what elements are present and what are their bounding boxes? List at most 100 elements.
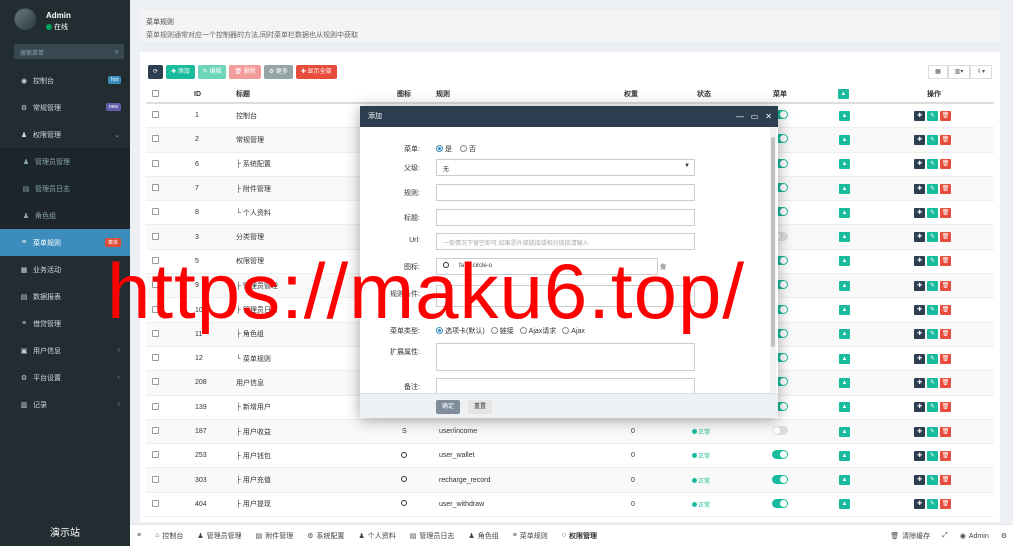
- user-menu[interactable]: ◉ Admin: [954, 525, 995, 546]
- sidebar-item-5[interactable]: ♟ 角色组: [0, 202, 130, 229]
- delete-icon[interactable]: 🗑: [940, 280, 951, 291]
- delete-icon[interactable]: 🗑: [940, 499, 951, 510]
- row-checkbox[interactable]: [152, 135, 159, 143]
- col-title[interactable]: 标题: [236, 89, 250, 99]
- table-row[interactable]: 253 ├ 用户钱包 user_wallet 0 正常 ▲ ✚ ✎ 🗑: [146, 444, 994, 469]
- row-checkbox[interactable]: [152, 499, 159, 507]
- sidebar-item-1[interactable]: ⚙ 常规管理 new: [0, 94, 130, 121]
- search-input[interactable]: 搜索菜单 ⌕: [14, 44, 124, 59]
- refresh-button[interactable]: ⟳: [148, 65, 164, 79]
- radio-icon[interactable]: [490, 327, 498, 334]
- delete-icon[interactable]: 🗑: [940, 134, 951, 145]
- move-icon[interactable]: ✚: [914, 159, 925, 170]
- avatar[interactable]: [14, 8, 36, 30]
- delete-icon[interactable]: 🗑: [940, 183, 951, 194]
- drag-icon[interactable]: ▲: [839, 475, 850, 486]
- menu-toggle[interactable]: [772, 450, 788, 460]
- row-checkbox[interactable]: [152, 329, 159, 337]
- drag-icon[interactable]: ▲: [839, 426, 850, 437]
- move-icon[interactable]: ✚: [914, 499, 925, 510]
- row-checkbox[interactable]: [152, 305, 159, 313]
- drag-icon[interactable]: ▲: [839, 110, 850, 121]
- delete-icon[interactable]: 🗑: [940, 110, 951, 121]
- col-id[interactable]: ID: [194, 91, 201, 98]
- edit-icon[interactable]: ✎: [927, 134, 938, 145]
- sidebar-item-12[interactable]: ▥ 记录 ‹: [0, 391, 130, 418]
- delete-icon[interactable]: 🗑: [940, 426, 951, 437]
- radio-icon[interactable]: [436, 327, 443, 334]
- drag-icon[interactable]: ▲: [839, 450, 850, 461]
- edit-icon[interactable]: ✎: [927, 499, 938, 510]
- clear-cache-button[interactable]: 🗑 清除缓存: [884, 525, 936, 546]
- url-input[interactable]: 一般情况下留空即可,如果是外部链接或相对链接请输入: [436, 233, 695, 250]
- footer-tab-0[interactable]: ⌂ 控制台: [148, 525, 190, 546]
- col-status[interactable]: 状态: [697, 89, 711, 99]
- drag-icon[interactable]: ▲: [839, 256, 850, 267]
- scrollbar-thumb[interactable]: [771, 137, 775, 347]
- row-checkbox[interactable]: [152, 184, 159, 192]
- edit-icon[interactable]: ✎: [927, 353, 938, 364]
- footer-tab-3[interactable]: ⚙ 系统配置: [300, 525, 351, 546]
- edit-button[interactable]: ✎ 编辑: [197, 65, 227, 79]
- add-button[interactable]: ✚ 添加: [166, 65, 195, 79]
- edit-icon[interactable]: ✎: [927, 377, 938, 388]
- dialog-scrollbar[interactable]: [770, 127, 776, 393]
- edit-icon[interactable]: ✎: [927, 475, 938, 486]
- radio-checked-icon[interactable]: [436, 145, 443, 152]
- row-checkbox[interactable]: [152, 427, 159, 434]
- extend-textarea[interactable]: [436, 343, 695, 371]
- edit-icon[interactable]: ✎: [927, 329, 938, 340]
- footer-tab-4[interactable]: ♟ 个人资料: [352, 525, 403, 546]
- search-icon[interactable]: ⌕: [115, 47, 119, 57]
- title-input[interactable]: [436, 209, 695, 226]
- ismenu-yes-option[interactable]: 是: [436, 145, 452, 153]
- reset-button[interactable]: 重置: [468, 400, 493, 414]
- move-icon[interactable]: ✚: [914, 377, 925, 388]
- icon-input[interactable]: fa fa-circle-o: [436, 258, 658, 275]
- sidebar-item-9[interactable]: ≡ 借贷管理: [0, 310, 130, 337]
- fullscreen-icon[interactable]: ⤢: [936, 525, 954, 546]
- delete-icon[interactable]: 🗑: [940, 353, 951, 364]
- delete-icon[interactable]: 🗑: [940, 329, 951, 340]
- row-checkbox[interactable]: [152, 232, 159, 240]
- delete-icon[interactable]: 🗑: [940, 159, 951, 170]
- row-checkbox[interactable]: [152, 159, 159, 167]
- footer-tab-7[interactable]: ≡ 菜单规则: [506, 525, 555, 546]
- settings-icon[interactable]: ⚙: [995, 525, 1013, 546]
- expand-all-button[interactable]: ✚ 显示全部: [295, 65, 337, 79]
- sidebar-item-0[interactable]: ◉ 控制台 hot: [0, 67, 130, 94]
- edit-icon[interactable]: ✎: [927, 110, 938, 121]
- sidebar-item-8[interactable]: ▤ 数据报表 ‹: [0, 283, 130, 310]
- sidebar-item-4[interactable]: ▤ 管理员日志: [0, 175, 130, 202]
- edit-icon[interactable]: ✎: [927, 207, 938, 218]
- close-icon[interactable]: ✕: [765, 106, 772, 127]
- drag-icon[interactable]: ▲: [839, 207, 850, 218]
- move-icon[interactable]: ✚: [914, 353, 925, 364]
- sidebar-item-11[interactable]: ⚙ 平台设置 ‹: [0, 364, 130, 391]
- drag-icon[interactable]: ▲: [839, 183, 850, 194]
- col-weigh[interactable]: 权重: [624, 89, 638, 99]
- row-checkbox[interactable]: [152, 208, 159, 216]
- footer-tab-8[interactable]: ○ 权限管理: [555, 525, 604, 546]
- delete-button[interactable]: 🗑 删除: [229, 65, 261, 79]
- drag-icon[interactable]: ▲: [839, 402, 850, 413]
- delete-icon[interactable]: 🗑: [940, 207, 951, 218]
- row-checkbox[interactable]: [152, 256, 159, 264]
- footer-tab-6[interactable]: ♟ 角色组: [461, 525, 505, 546]
- footer-tab-1[interactable]: ♟ 管理员管理: [190, 525, 248, 546]
- sidebar-item-6[interactable]: ≡ 菜单规则 菜单: [0, 229, 130, 256]
- menutype-option[interactable]: Ajax: [562, 327, 585, 335]
- move-icon[interactable]: ✚: [914, 329, 925, 340]
- drag-icon[interactable]: ▲: [839, 159, 850, 170]
- columns-icon[interactable]: ▥▾: [948, 65, 970, 79]
- menutype-option[interactable]: 链接: [490, 327, 514, 335]
- move-icon[interactable]: ✚: [914, 280, 925, 291]
- delete-icon[interactable]: 🗑: [940, 475, 951, 486]
- tab-menu-icon[interactable]: ≡: [130, 525, 148, 546]
- export-icon[interactable]: ⇩▾: [970, 65, 992, 79]
- delete-icon[interactable]: 🗑: [940, 402, 951, 413]
- sidebar-item-2[interactable]: ♟ 权限管理 ⌄: [0, 121, 130, 148]
- menu-toggle-all-icon[interactable]: ▲: [838, 89, 849, 99]
- move-icon[interactable]: ✚: [914, 305, 925, 316]
- table-row[interactable]: 187 ├ 用户收益 Suser/income 0 正常 ▲ ✚ ✎ 🗑: [146, 419, 994, 445]
